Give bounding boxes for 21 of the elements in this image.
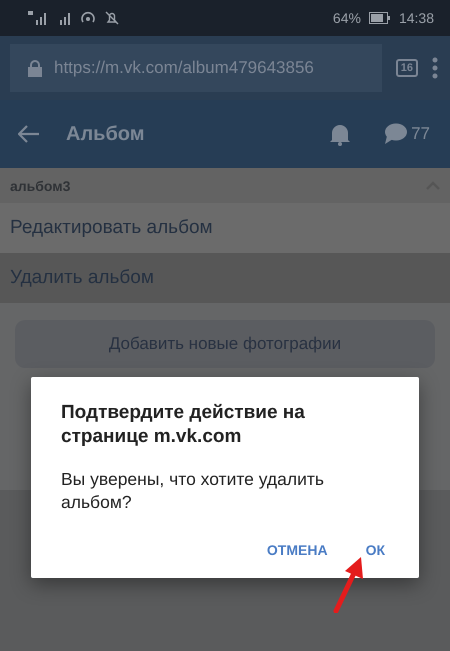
lock-icon	[28, 60, 42, 76]
signal-icon	[58, 11, 72, 25]
mute-icon	[104, 10, 120, 26]
clock-time: 14:38	[398, 10, 434, 26]
dialog-message: Вы уверены, что хотите удалить альбом?	[61, 468, 325, 514]
dialog-title: Подтвердите действие на странице m.vk.com	[61, 401, 306, 449]
tab-count-button[interactable]: 16	[396, 59, 418, 77]
chat-bubble-icon[interactable]	[383, 123, 408, 145]
page-title: Альбом	[66, 122, 145, 146]
more-menu-icon[interactable]	[432, 57, 438, 79]
back-arrow-icon[interactable]	[18, 125, 40, 143]
dialog-button[interactable]: ОК	[362, 536, 389, 564]
menu-item[interactable]: Редактировать альбом	[0, 203, 450, 253]
dialog-button[interactable]: ОТМЕНА	[262, 536, 332, 564]
url-text: https://m.vk.com/album479643856	[54, 58, 314, 78]
battery-icon	[368, 12, 391, 24]
arrow-icon	[333, 555, 365, 613]
message-count: 77	[411, 124, 430, 144]
battery-percent: 64%	[332, 10, 361, 26]
bell-icon[interactable]	[329, 122, 352, 146]
address-bar[interactable]: https://m.vk.com/album479643856	[10, 44, 382, 92]
